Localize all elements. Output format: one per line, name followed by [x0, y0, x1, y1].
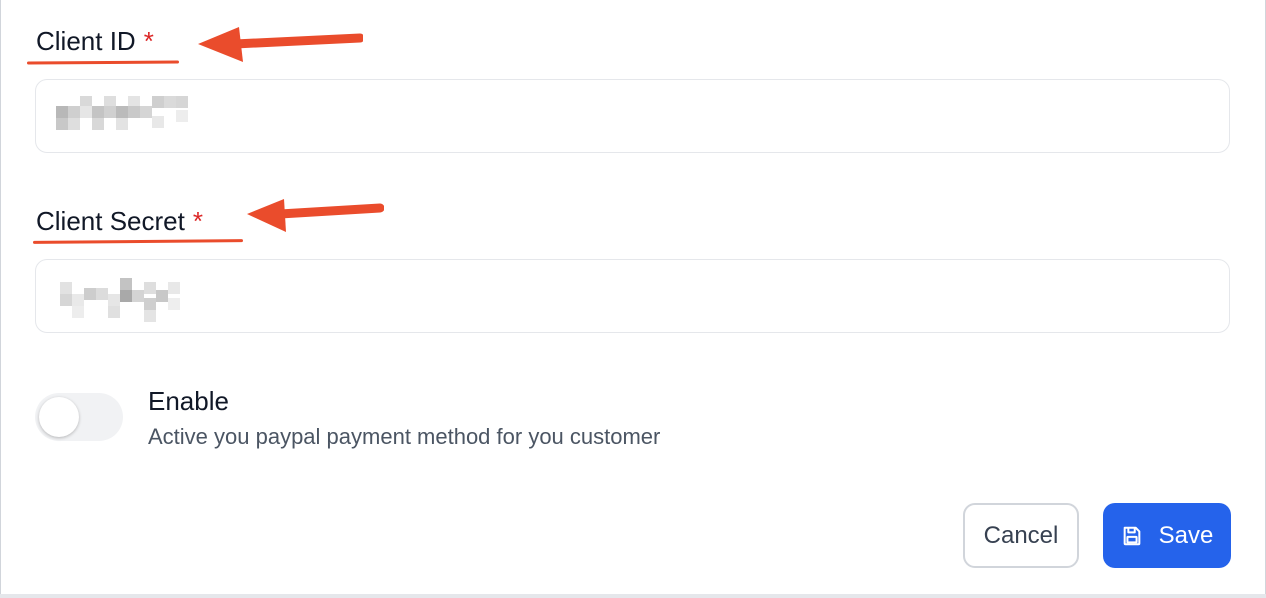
annotation-arrow-icon	[198, 27, 363, 62]
annotation-arrow-icon	[247, 199, 384, 232]
enable-description: Active you paypal payment method for you…	[148, 424, 661, 449]
required-asterisk: *	[192, 206, 203, 236]
client-id-label: Client ID *	[36, 26, 154, 57]
required-asterisk: *	[143, 26, 154, 56]
client-secret-label: Client Secret *	[36, 206, 203, 237]
client-id-input[interactable]	[35, 79, 1230, 153]
client-id-label-text: Client ID	[36, 26, 136, 56]
save-button[interactable]: Save	[1103, 503, 1231, 568]
panel-bottom-edge	[0, 594, 1266, 598]
enable-toggle[interactable]	[35, 393, 123, 441]
client-secret-input[interactable]	[35, 259, 1230, 333]
cancel-button[interactable]: Cancel	[963, 503, 1079, 568]
cancel-button-label: Cancel	[983, 521, 1059, 549]
save-disk-icon	[1123, 526, 1140, 545]
toggle-knob	[39, 397, 79, 437]
client-secret-label-text: Client Secret	[36, 206, 185, 236]
save-button-label: Save	[1158, 521, 1214, 549]
enable-title: Enable	[148, 386, 229, 416]
